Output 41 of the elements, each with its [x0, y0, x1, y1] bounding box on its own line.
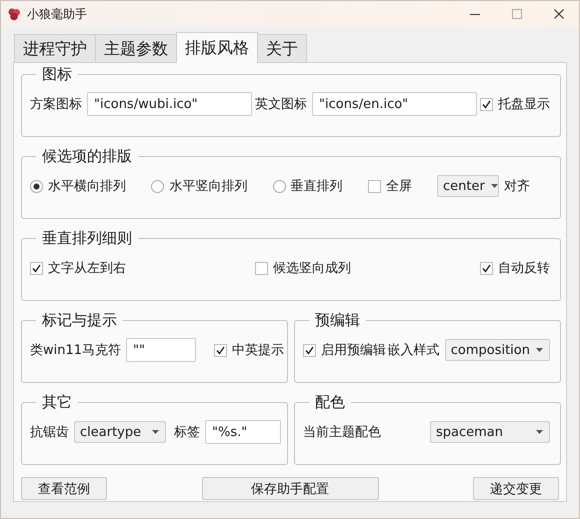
label: 当前主题配色: [303, 424, 381, 441]
label: 水平竖向排列: [169, 178, 248, 195]
label: 中英提示: [232, 342, 284, 359]
label: 类win11马克符: [30, 342, 122, 359]
label: 文字从左到右: [48, 260, 126, 277]
label: 嵌入样式: [388, 342, 440, 359]
button[interactable]: 递交变更: [473, 477, 559, 500]
dropdown[interactable]: cleartype: [74, 421, 166, 443]
label: 英文图标: [255, 96, 307, 113]
tab[interactable]: 关于: [257, 34, 307, 62]
dropdown[interactable]: composition: [444, 339, 550, 361]
label: 方案图标: [30, 96, 82, 113]
window-title: 小狼毫助手: [27, 6, 87, 22]
button[interactable]: 保存助手配置: [202, 477, 378, 500]
group-title: 其它: [41, 393, 73, 412]
group-title: 配色: [314, 393, 346, 412]
tab[interactable]: 主题参数: [95, 34, 177, 62]
label: 全屏: [386, 178, 412, 195]
group-title: 标记与提示: [41, 311, 118, 330]
group-title: 候选项的排版: [41, 147, 133, 166]
label: 候选竖向成列: [273, 260, 351, 277]
label: 标签: [174, 424, 200, 441]
group-title: 预编辑: [314, 311, 361, 330]
label: 抗锯齿: [30, 424, 69, 441]
label: 水平横向排列: [48, 178, 126, 195]
button[interactable]: 查看范例: [21, 477, 107, 500]
group-title: 图标: [41, 65, 73, 84]
group-title: 垂直排列细则: [41, 229, 133, 248]
tab[interactable]: 排版风格: [176, 32, 258, 63]
label: 托盘显示: [498, 96, 550, 113]
label: 启用预编辑: [321, 342, 386, 359]
dropdown[interactable]: center: [437, 175, 499, 197]
label: 自动反转: [498, 260, 550, 277]
dropdown[interactable]: spaceman: [430, 421, 550, 443]
text-field[interactable]: "": [126, 338, 196, 362]
text-field[interactable]: "icons/wubi.ico": [87, 92, 252, 116]
tab[interactable]: 进程守护: [14, 34, 96, 62]
label: 垂直排列: [290, 178, 342, 195]
label: 对齐: [504, 178, 530, 195]
text-field[interactable]: "%s.": [205, 420, 281, 444]
text-field[interactable]: "icons/en.ico": [312, 92, 477, 116]
